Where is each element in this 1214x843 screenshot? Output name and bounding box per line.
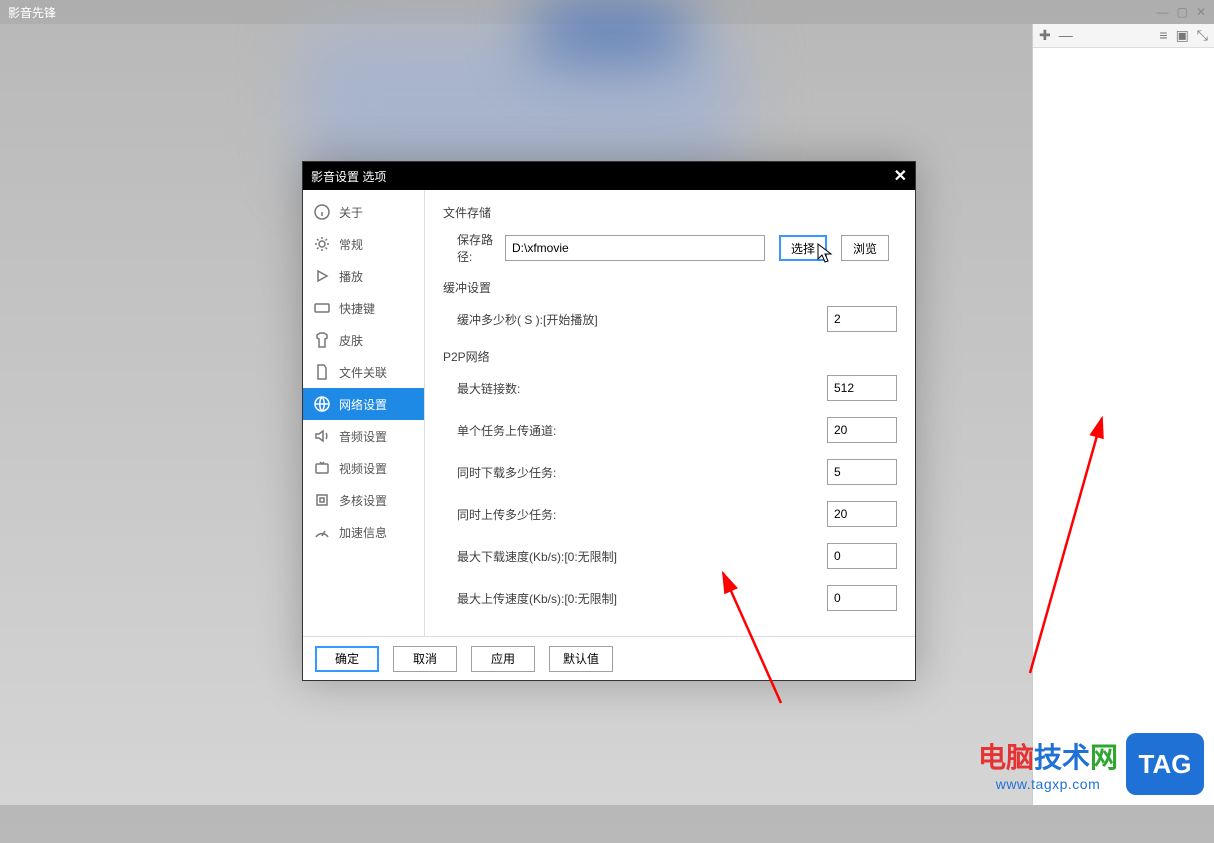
playlist-toolbar: ✚ — ≡ ▣ ⤡ bbox=[1033, 24, 1214, 48]
max-up-tasks-label: 同时上传多少任务: bbox=[457, 506, 827, 523]
remove-icon[interactable]: — bbox=[1059, 27, 1073, 44]
nav-network[interactable]: 网络设置 bbox=[303, 388, 424, 420]
maximize-icon[interactable]: ▢ bbox=[1177, 5, 1188, 19]
ok-button[interactable]: 确定 bbox=[315, 646, 379, 672]
nav-general[interactable]: 常规 bbox=[303, 228, 424, 260]
watermark-tag: TAG bbox=[1126, 733, 1204, 795]
gear-icon bbox=[313, 235, 331, 253]
settings-content: 文件存储 保存路径: 选择 浏览 缓冲设置 缓冲多少秒( S ):[开始播放] … bbox=[425, 190, 915, 636]
nav-hotkey[interactable]: 快捷键 bbox=[303, 292, 424, 324]
settings-dialog: 影音设置 选项 ✕ 关于 常规 播放 快捷键 皮肤 文件关联 网络设置 音频设置… bbox=[302, 161, 916, 681]
nav-label: 播放 bbox=[339, 268, 363, 285]
nav-about[interactable]: 关于 bbox=[303, 196, 424, 228]
minimize-icon[interactable]: — bbox=[1157, 5, 1169, 19]
dialog-title: 影音设置 选项 bbox=[311, 168, 894, 185]
max-up-speed-label: 最大上传速度(Kb/s):[0:无限制] bbox=[457, 590, 827, 607]
nav-skin[interactable]: 皮肤 bbox=[303, 324, 424, 356]
nav-audio[interactable]: 音频设置 bbox=[303, 420, 424, 452]
nav-label: 快捷键 bbox=[339, 300, 375, 317]
playlist-panel: ✚ — ≡ ▣ ⤡ bbox=[1032, 24, 1214, 805]
nav-accel[interactable]: 加速信息 bbox=[303, 516, 424, 548]
upload-channel-input[interactable] bbox=[827, 417, 897, 443]
buffer-label: 缓冲多少秒( S ):[开始播放] bbox=[457, 311, 827, 328]
max-up-tasks-input[interactable] bbox=[827, 501, 897, 527]
tv-icon bbox=[313, 459, 331, 477]
dialog-close-icon[interactable]: ✕ bbox=[894, 166, 907, 186]
nav-label: 音频设置 bbox=[339, 428, 387, 445]
play-icon bbox=[313, 267, 331, 285]
file-icon bbox=[313, 363, 331, 381]
p2p-title: P2P网络 bbox=[443, 348, 897, 365]
max-down-speed-label: 最大下载速度(Kb/s):[0:无限制] bbox=[457, 548, 827, 565]
dialog-footer: 确定 取消 应用 默认值 bbox=[303, 636, 915, 680]
max-conn-label: 最大链接数: bbox=[457, 380, 827, 397]
nav-video[interactable]: 视频设置 bbox=[303, 452, 424, 484]
keyboard-icon bbox=[313, 299, 331, 317]
expand-icon[interactable]: ⤡ bbox=[1197, 27, 1208, 44]
cursor-icon bbox=[817, 243, 835, 270]
dialog-titlebar[interactable]: 影音设置 选项 ✕ bbox=[303, 162, 915, 190]
nav-label: 常规 bbox=[339, 236, 363, 253]
layout-icon[interactable]: ▣ bbox=[1176, 27, 1189, 44]
settings-nav: 关于 常规 播放 快捷键 皮肤 文件关联 网络设置 音频设置 视频设置 多核设置… bbox=[303, 190, 425, 636]
list-icon[interactable]: ≡ bbox=[1159, 27, 1167, 44]
close-icon[interactable]: ✕ bbox=[1196, 5, 1206, 19]
max-conn-input[interactable] bbox=[827, 375, 897, 401]
default-button[interactable]: 默认值 bbox=[549, 646, 613, 672]
buffer-title: 缓冲设置 bbox=[443, 279, 897, 296]
globe-icon bbox=[313, 395, 331, 413]
info-icon bbox=[313, 203, 331, 221]
gauge-icon bbox=[313, 523, 331, 541]
browse-button[interactable]: 浏览 bbox=[841, 235, 889, 261]
max-down-tasks-input[interactable] bbox=[827, 459, 897, 485]
max-down-speed-input[interactable] bbox=[827, 543, 897, 569]
shirt-icon bbox=[313, 331, 331, 349]
nav-label: 加速信息 bbox=[339, 524, 387, 541]
nav-label: 多核设置 bbox=[339, 492, 387, 509]
nav-label: 文件关联 bbox=[339, 364, 387, 381]
file-storage-title: 文件存储 bbox=[443, 204, 897, 221]
watermark: 电脑技术网 www.tagxp.com TAG bbox=[978, 733, 1204, 795]
chip-icon bbox=[313, 491, 331, 509]
upload-channel-label: 单个任务上传通道: bbox=[457, 422, 827, 439]
save-path-label: 保存路径: bbox=[443, 231, 505, 265]
nav-label: 视频设置 bbox=[339, 460, 387, 477]
save-path-input[interactable] bbox=[505, 235, 765, 261]
watermark-cn: 电脑技术网 bbox=[978, 736, 1118, 776]
watermark-url: www.tagxp.com bbox=[978, 776, 1118, 792]
audio-icon bbox=[313, 427, 331, 445]
nav-label: 关于 bbox=[339, 204, 363, 221]
max-up-speed-input[interactable] bbox=[827, 585, 897, 611]
cancel-button[interactable]: 取消 bbox=[393, 646, 457, 672]
add-icon[interactable]: ✚ bbox=[1039, 27, 1051, 44]
max-down-tasks-label: 同时下载多少任务: bbox=[457, 464, 827, 481]
nav-multicore[interactable]: 多核设置 bbox=[303, 484, 424, 516]
nav-playback[interactable]: 播放 bbox=[303, 260, 424, 292]
background-blur bbox=[530, 0, 690, 60]
buffer-input[interactable] bbox=[827, 306, 897, 332]
nav-label: 网络设置 bbox=[339, 396, 387, 413]
nav-label: 皮肤 bbox=[339, 332, 363, 349]
nav-file-assoc[interactable]: 文件关联 bbox=[303, 356, 424, 388]
apply-button[interactable]: 应用 bbox=[471, 646, 535, 672]
